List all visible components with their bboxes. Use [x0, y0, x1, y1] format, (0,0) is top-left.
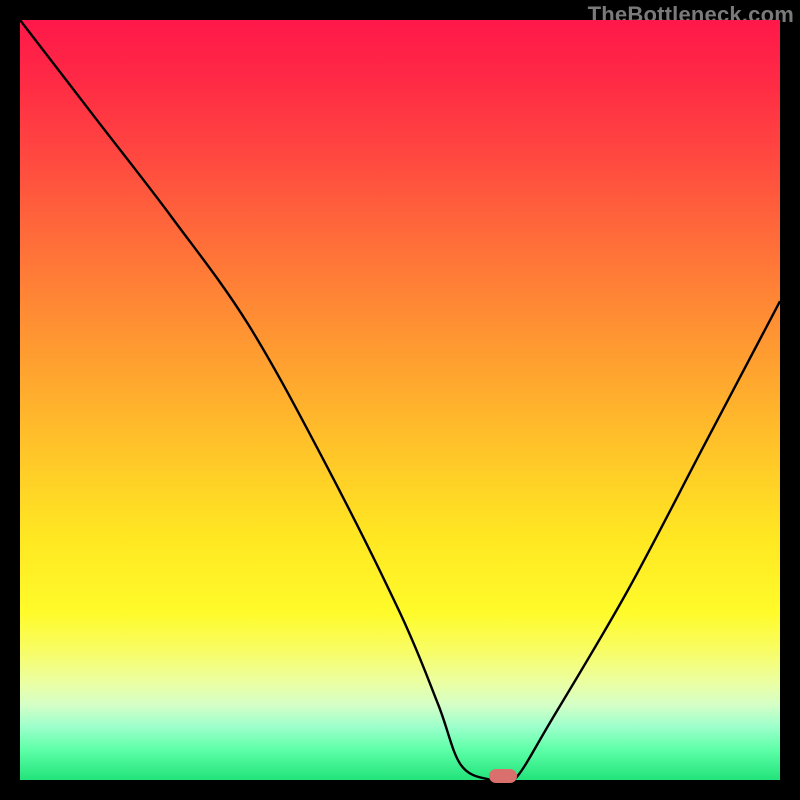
line-series: [20, 20, 780, 780]
curve-path: [20, 20, 780, 785]
plot-area: [20, 20, 780, 780]
chart-frame: TheBottleneck.com: [0, 0, 800, 800]
dip-marker: [489, 769, 517, 783]
